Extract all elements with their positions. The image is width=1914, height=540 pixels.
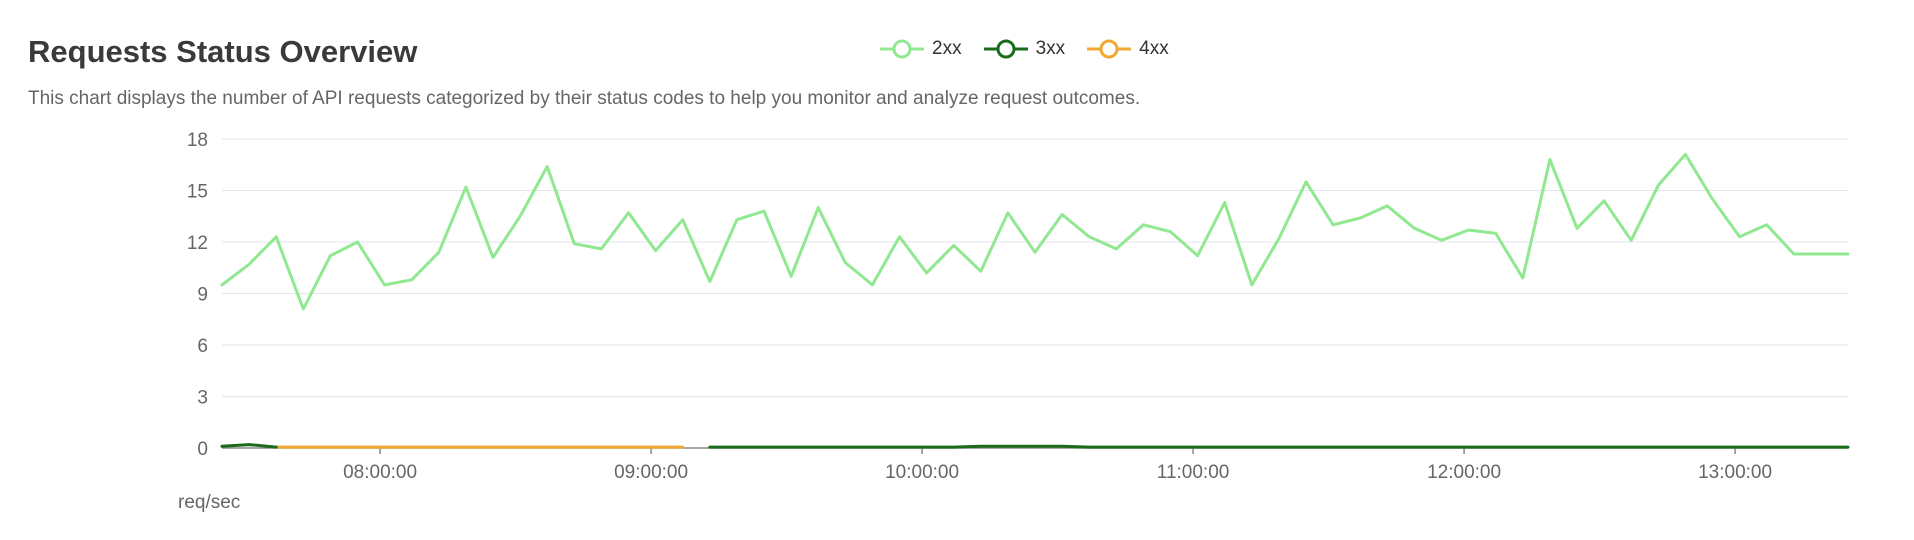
- x-tick-label-2: 10:00:00: [885, 462, 959, 483]
- x-tick-label-0: 08:00:00: [343, 462, 417, 483]
- x-tick-label-4: 12:00:00: [1427, 462, 1501, 483]
- y-tick-label-15: 15: [187, 182, 208, 203]
- y-tick-label-6: 6: [197, 336, 208, 357]
- y-tick-label-12: 12: [187, 233, 208, 254]
- y-axis-unit-label: req/sec: [178, 492, 241, 513]
- requests-line-chart: 0 3 6 9 12 15 18 08:00:00 09:00:00 10:00:00 11:00:…: [187, 130, 1850, 483]
- y-tick-label-9: 9: [197, 285, 208, 306]
- y-tick-label-18: 18: [187, 130, 208, 151]
- y-tick-label-0: 0: [197, 439, 208, 460]
- series-line-2xx: [220, 152, 1850, 311]
- x-tick-label-3: 11:00:00: [1157, 462, 1230, 483]
- x-tick-label-5: 13:00:00: [1698, 462, 1772, 483]
- x-tick-label-1: 09:00:00: [614, 462, 688, 483]
- y-tick-label-3: 3: [197, 388, 208, 409]
